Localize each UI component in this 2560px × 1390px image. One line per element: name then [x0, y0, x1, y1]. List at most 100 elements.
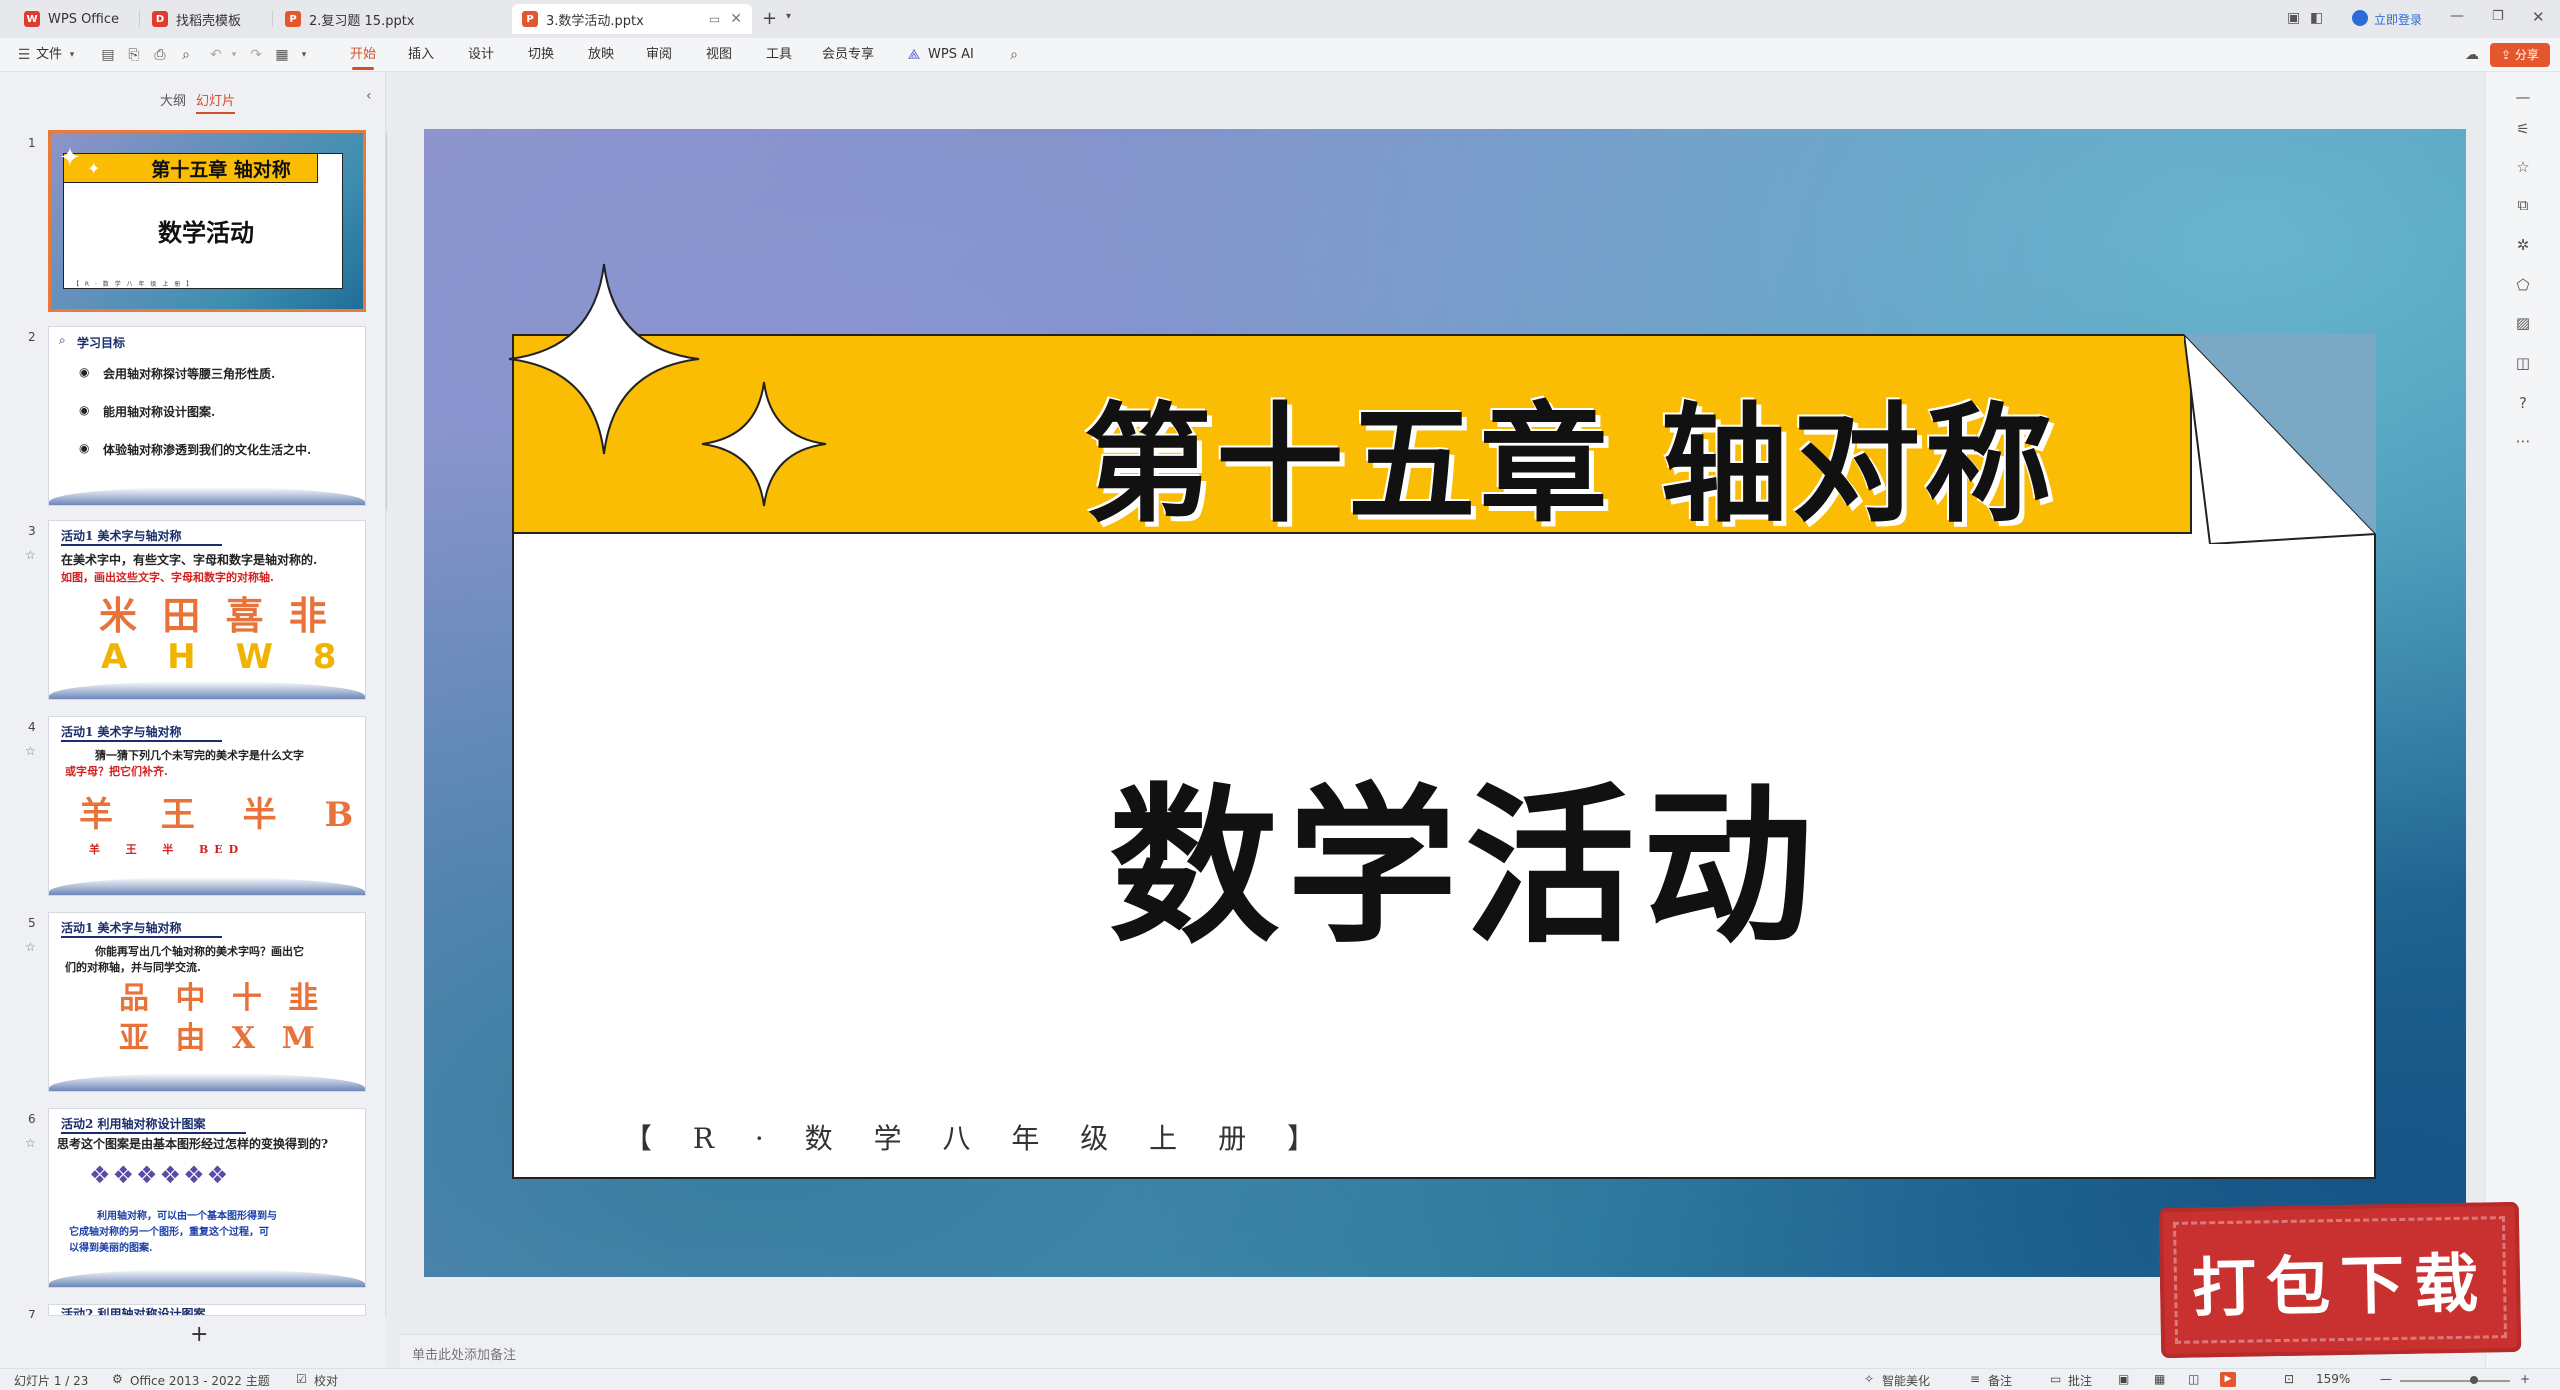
restore-icon[interactable]: ❐ [2492, 9, 2504, 24]
notes-button[interactable]: 备注 [1988, 1372, 2012, 1389]
thumb-line: 以得到美丽的图案. [69, 1243, 153, 1254]
thumb-glyphs: A H W 8 [101, 637, 351, 677]
add-slide-icon[interactable]: + [190, 1322, 208, 1347]
shape-icon[interactable]: ⬠ [2514, 276, 2532, 294]
chapter-title[interactable]: 第十五章 轴对称 [424, 361, 2466, 546]
tab-template[interactable]: D 找稻壳模板 [142, 4, 272, 34]
thumb-heading: 学习目标 [77, 336, 126, 350]
thumb-glyphs: 亚 由 X M [119, 1021, 323, 1056]
search-icon[interactable]: ⌕ [1006, 47, 1022, 63]
zoom-out-icon[interactable]: — [2380, 1372, 2392, 1386]
play-icon[interactable]: ▶ [2220, 1372, 2236, 1387]
thumbnail-slide-5[interactable]: 活动1 美术字与轴对称 你能再写出几个轴对称的美术字吗？画出它 们的对称轴，并与… [48, 912, 366, 1092]
menu-file[interactable]: 文件 [36, 38, 62, 72]
chevron-down-icon[interactable]: ▾ [786, 11, 791, 22]
animation-icon[interactable]: ✲ [2514, 236, 2532, 254]
star-icon[interactable]: ☆ [2514, 158, 2532, 176]
close-window-icon[interactable]: ✕ [2532, 8, 2545, 26]
slide-canvas[interactable]: 第十五章 轴对称 数学活动 【 R · 数 学 八 年 级 上 册 】 [424, 129, 2466, 1277]
book-icon[interactable]: ◫ [2514, 354, 2532, 372]
cloud-sync-icon[interactable]: ☁ [2464, 47, 2480, 63]
notes-placeholder[interactable]: 单击此处添加备注 [412, 1344, 516, 1363]
thumb-line-marker: ◉ [79, 441, 90, 455]
avatar-icon[interactable] [2352, 10, 2368, 26]
stamp-label: 打包下载 [2191, 1247, 2489, 1327]
menu-member[interactable]: 会员专享 [822, 38, 874, 72]
monitor-icon[interactable]: ▭ [709, 12, 720, 26]
copy-icon[interactable]: ⧉ [2514, 196, 2532, 214]
zoom-slider-handle[interactable] [2470, 1376, 2478, 1384]
chevron-down-icon[interactable]: ▾ [296, 47, 312, 63]
theme-name[interactable]: Office 2013 - 2022 主题 [130, 1372, 270, 1389]
smart-beautify-button[interactable]: 智能美化 [1882, 1372, 1930, 1389]
redo-icon[interactable]: ↷ [248, 47, 264, 63]
tab-activity-pptx[interactable]: P 3.数学活动.pptx ▭ ✕ [512, 4, 752, 34]
comments-button[interactable]: 批注 [2068, 1372, 2092, 1389]
sorter-view-icon[interactable]: ▦ [2154, 1372, 2165, 1386]
menu-view[interactable]: 视图 [706, 38, 732, 72]
star-icon[interactable]: ☆ [25, 940, 36, 954]
sparkle-icon: ✦ [59, 143, 81, 173]
thumbnail-slide-6[interactable]: 活动2 利用轴对称设计图案 思考这个图案是由基本图形经过怎样的变换得到的? ❖❖… [48, 1108, 366, 1288]
new-tab-icon[interactable]: + [762, 8, 777, 29]
window-layout-icon[interactable]: ▣ [2287, 10, 2300, 26]
print-preview-icon[interactable]: ⌕ [178, 47, 194, 63]
more-icon[interactable]: ⋯ [2514, 432, 2532, 450]
tab-outline[interactable]: 大纲 [160, 90, 186, 109]
format-painter-icon[interactable]: ▦ [274, 47, 290, 63]
minus-icon[interactable]: — [2514, 88, 2532, 106]
chevron-down-icon[interactable]: ▾ [64, 47, 80, 63]
thumb-line: 体验轴对称渗透到我们的文化生活之中. [103, 443, 312, 457]
star-icon[interactable]: ☆ [25, 1136, 36, 1150]
minimize-icon[interactable]: — [2450, 8, 2464, 24]
thumbnail-slide-7[interactable]: 活动2 利用轴对称设计图案 [48, 1304, 366, 1316]
save-icon[interactable]: ▤ [100, 47, 116, 63]
grade-subtitle[interactable]: 【 R · 数 学 八 年 级 上 册 】 [624, 1117, 1331, 1157]
download-stamp[interactable]: 打包下载 [2158, 1201, 2522, 1359]
normal-view-icon[interactable]: ▣ [2118, 1372, 2129, 1386]
right-sidebar: — ⚟ ☆ ⧉ ✲ ⬠ ▨ ◫ ? ⋯ [2485, 72, 2560, 1368]
tab-review-pptx[interactable]: P 2.复习题 15.pptx [275, 4, 507, 34]
menu-home[interactable]: 开始 [350, 38, 376, 72]
proofread-button[interactable]: 校对 [314, 1372, 338, 1389]
help-icon[interactable]: ? [2514, 394, 2532, 412]
thumbnail-slide-2[interactable]: ⌕ 学习目标 ◉ 会用轴对称探讨等腰三角形性质. ◉ 能用轴对称设计图案. ◉ … [48, 326, 366, 506]
star-icon[interactable]: ☆ [25, 548, 36, 562]
close-tab-icon[interactable]: ✕ [730, 11, 742, 27]
menu-slideshow[interactable]: 放映 [588, 38, 614, 72]
skin-icon[interactable]: ◧ [2310, 10, 2323, 26]
settings-sliders-icon[interactable]: ⚟ [2514, 120, 2532, 138]
wps-ai-icon: ⟁ [907, 47, 921, 63]
chevron-down-icon[interactable]: ▾ [226, 47, 242, 63]
menu-tools[interactable]: 工具 [766, 38, 792, 72]
thumb-line-marker: ◉ [79, 365, 90, 379]
menu-review[interactable]: 审阅 [646, 38, 672, 72]
slide-title[interactable]: 数学活动 [424, 729, 2466, 975]
tab-slides[interactable]: 幻灯片 [196, 90, 236, 114]
share-button[interactable]: ⇪ 分享 [2490, 43, 2550, 67]
menu-insert[interactable]: 插入 [408, 38, 434, 72]
export-pdf-icon[interactable]: ⎘ [126, 47, 142, 63]
image-icon[interactable]: ▨ [2514, 314, 2532, 332]
star-icon[interactable]: ☆ [25, 744, 36, 758]
hamburger-icon[interactable]: ☰ [16, 47, 32, 63]
tab-wps-office[interactable]: W WPS Office [14, 4, 139, 34]
menu-design[interactable]: 设计 [468, 38, 494, 72]
login-link[interactable]: 立即登录 [2374, 11, 2422, 28]
fit-screen-icon[interactable]: ⊡ [2284, 1372, 2294, 1386]
menu-wps-ai[interactable]: WPS AI [928, 38, 974, 72]
zoom-in-icon[interactable]: + [2520, 1372, 2530, 1386]
thumbnail-slide-1[interactable]: 第十五章 轴对称 数学活动 【 R · 数 学 八 年 级 上 册 】 ✦ ✦ [48, 130, 366, 312]
zoom-slider[interactable] [2400, 1380, 2510, 1382]
thumbnail-slide-4[interactable]: 活动1 美术字与轴对称 猜一猜下列几个未写完的美术字是什么文字 或字母？把它们补… [48, 716, 366, 896]
undo-icon[interactable]: ↶ [208, 47, 224, 63]
print-icon[interactable]: ⎙ [152, 47, 168, 63]
thumb-line: 你能再写出几个轴对称的美术字吗？画出它 [95, 945, 304, 958]
thumbnail-slide-3[interactable]: 活动1 美术字与轴对称 在美术字中，有些文字、字母和数字是轴对称的. 如图，画出… [48, 520, 366, 700]
zoom-level[interactable]: 159% [2316, 1372, 2350, 1386]
reading-view-icon[interactable]: ◫ [2188, 1372, 2199, 1386]
notes-icon: ≡ [1970, 1372, 1981, 1386]
menu-transition[interactable]: 切换 [528, 38, 554, 72]
tab-label: WPS Office [48, 11, 120, 27]
collapse-panel-icon[interactable]: ‹ [366, 88, 372, 104]
